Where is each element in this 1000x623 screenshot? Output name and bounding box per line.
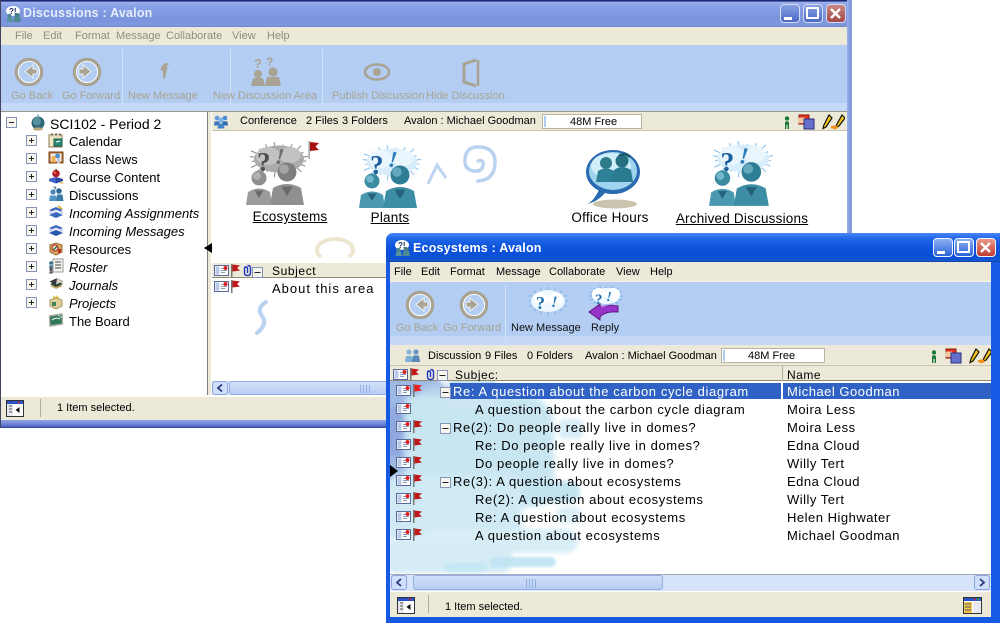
svg-text:?: ?	[53, 187, 57, 193]
svg-text:?: ?	[536, 293, 545, 313]
svg-text:?: ?	[254, 56, 262, 71]
svg-text:?: ?	[266, 56, 273, 69]
